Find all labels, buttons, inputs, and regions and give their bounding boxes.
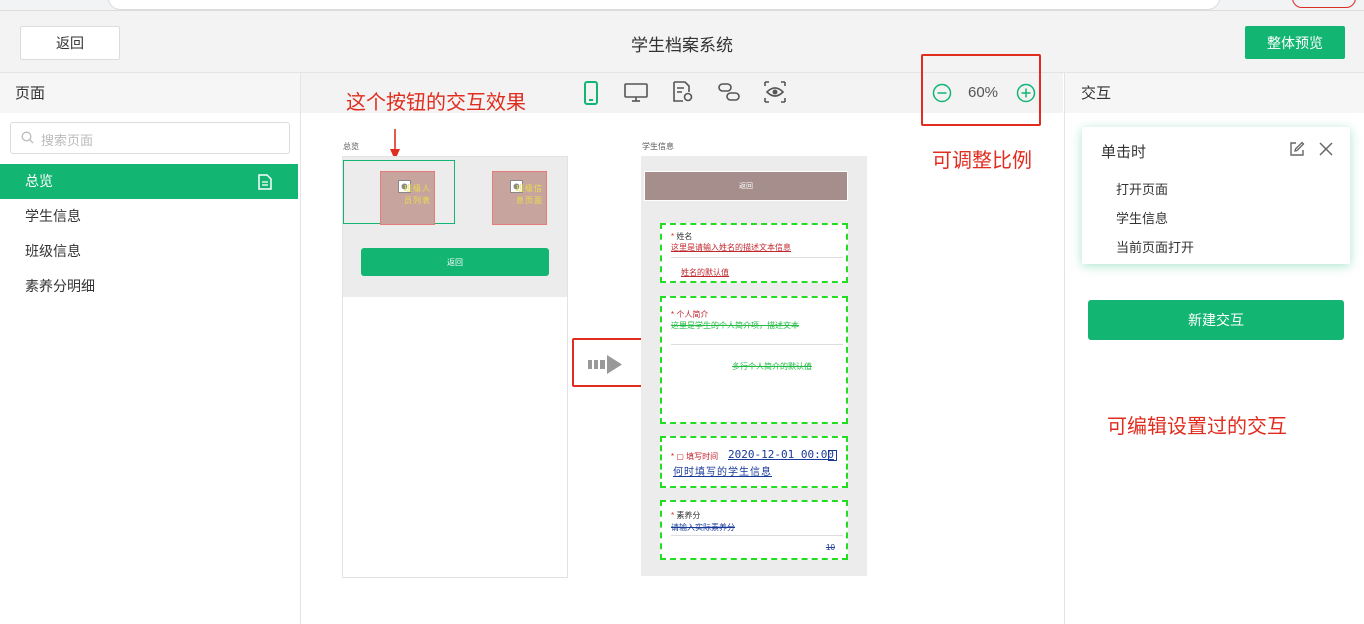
sidebar-item-overview[interactable]: 总览 (0, 164, 298, 199)
field-placeholder: 请输入实际素养分 (671, 523, 735, 532)
field-description: 这里是学生的个人简介项，描述文本 (671, 321, 799, 330)
score-field-block[interactable]: * 素养分 请输入实际素养分 10 (660, 500, 848, 560)
tile-class-members[interactable]: 班级人员列表 (380, 171, 435, 225)
url-field[interactable] (108, 0, 1220, 10)
sidebar-item-label: 素养分明细 (25, 278, 95, 294)
sidebar-item-label: 总览 (25, 173, 53, 189)
interaction-trigger: 单击时 (1101, 144, 1147, 161)
field-default-value: 多行个人简介的默认值 (732, 362, 812, 371)
field-default-value: 姓名的默认值 (681, 268, 729, 277)
field-label: * 个人简介 (671, 310, 709, 319)
name-field-block[interactable]: * 姓名 这里是请输入姓名的描述文本信息 姓名的默认值 (660, 223, 848, 283)
field-label: * 素养分 (671, 511, 701, 520)
search-placeholder: 搜索页面 (41, 133, 94, 148)
edit-icon[interactable] (1289, 141, 1305, 157)
link-icon[interactable] (717, 81, 741, 103)
pages-panel-heading: 页面 (0, 73, 300, 113)
browser-address-bar (0, 0, 1364, 11)
overview-page-frame: 班级人员列表 班级信息页面 返回 (342, 156, 568, 578)
sidebar-item-label: 班级信息 (25, 243, 81, 259)
annotation-button-effect: 这个按钮的交互效果 (346, 92, 526, 114)
browser-profile-button[interactable] (1292, 0, 1356, 8)
intro-field-block[interactable]: * 个人简介 这里是学生的个人简介项，描述文本 多行个人简介的默认值 (660, 296, 848, 424)
field-divider (671, 344, 843, 345)
preview-button[interactable]: 整体预览 (1245, 26, 1345, 59)
interaction-panel-heading: 交互 (1065, 73, 1364, 113)
desktop-icon[interactable] (624, 83, 648, 103)
annotation-scale: 可调整比例 (932, 150, 1032, 172)
page-title: 学生档案系统 (631, 36, 733, 55)
interaction-target: 学生信息 (1116, 211, 1169, 226)
sidebar-item-score-detail[interactable]: 素养分明细 (0, 269, 298, 304)
page-label-student: 学生信息 (642, 142, 674, 151)
date-field-block[interactable]: * ▢ 填写时间 2020-12-01 00:00 何时填写的学生信息 (660, 436, 848, 488)
page-icon (258, 174, 272, 190)
student-back-button[interactable]: 返回 (644, 171, 848, 201)
tile-text: 班级人员列表 (404, 184, 431, 205)
interaction-card[interactable]: 单击时 打开页面 学生信息 当前页面打开 (1082, 127, 1350, 264)
overview-back-button[interactable]: 返回 (361, 248, 549, 276)
field-label: * ▢ 填写时间 (671, 452, 719, 461)
zoom-highlight-box (921, 54, 1041, 126)
field-divider (671, 535, 843, 536)
new-interaction-button[interactable]: 新建交互 (1088, 300, 1344, 340)
app-header: 返回 学生档案系统 整体预览 (0, 11, 1364, 73)
field-divider (671, 257, 843, 258)
sidebar-item-class-info[interactable]: 班级信息 (0, 234, 298, 269)
mobile-icon[interactable] (584, 81, 598, 105)
interaction-mode: 当前页面打开 (1116, 240, 1195, 255)
interaction-action: 打开页面 (1116, 182, 1169, 197)
page-settings-icon[interactable] (672, 81, 694, 103)
field-description: 何时填写的学生信息 (673, 467, 772, 478)
eye-icon[interactable] (763, 81, 787, 103)
sidebar-item-student-info[interactable]: 学生信息 (0, 199, 298, 234)
tile-text: 班级信息页面 (516, 184, 543, 205)
search-icon (21, 131, 34, 144)
pages-panel: 页面 搜索页面 总览 学生信息 班级信息 素养分明细 (0, 73, 301, 624)
field-value: 10 (826, 543, 835, 552)
field-description: 这里是请输入姓名的描述文本信息 (671, 243, 791, 252)
sidebar-item-label: 学生信息 (25, 208, 81, 224)
page-label-overview: 总览 (343, 142, 359, 151)
calendar-icon[interactable] (828, 450, 837, 461)
field-label: * 姓名 (671, 232, 693, 241)
date-value: 2020-12-01 00:00 (728, 448, 834, 461)
search-input[interactable]: 搜索页面 (10, 122, 290, 154)
arrow-right-icon (588, 355, 622, 374)
close-icon[interactable] (1319, 142, 1333, 156)
tile-class-info[interactable]: 班级信息页面 (492, 171, 547, 225)
